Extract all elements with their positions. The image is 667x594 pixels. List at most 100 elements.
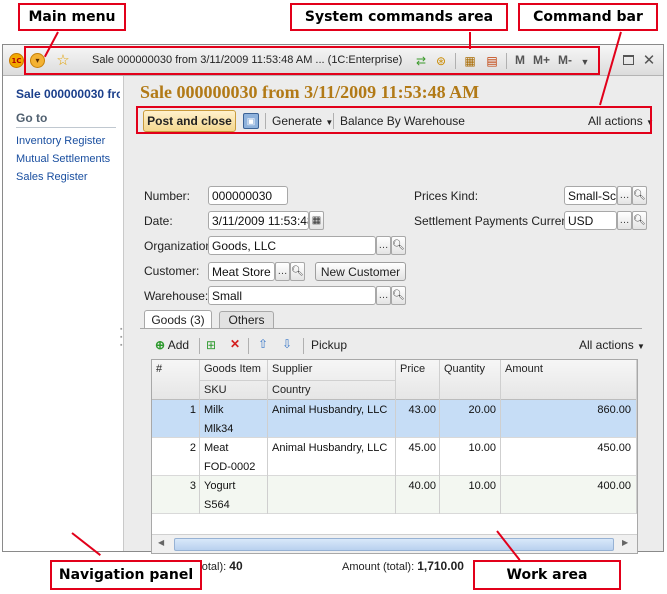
- all-actions-label: All actions: [588, 114, 643, 128]
- currency-open-icon[interactable]: 🔍︎: [632, 211, 647, 230]
- column-divider: [636, 360, 637, 514]
- customer-label: Customer:: [144, 264, 200, 278]
- nav-link-mutual-settlements[interactable]: Mutual Settlements: [16, 153, 120, 165]
- header-quantity[interactable]: Quantity: [444, 363, 485, 375]
- post-and-close-button[interactable]: Post and close: [143, 110, 236, 132]
- row-amount[interactable]: 860.00: [502, 404, 631, 416]
- header-country[interactable]: Country: [272, 384, 311, 396]
- row-goods-item[interactable]: Meat: [204, 442, 228, 454]
- nav-link-sales-register[interactable]: Sales Register: [16, 171, 120, 183]
- memory-store-button[interactable]: M: [515, 53, 525, 67]
- row-price[interactable]: 45.00: [396, 442, 436, 454]
- organization-choose-button[interactable]: …: [376, 236, 391, 255]
- row-num: 3: [189, 480, 196, 492]
- memory-add-button[interactable]: M+: [533, 53, 550, 67]
- navigation-panel: Sale 000000030 from 3/11/2009 11:53:48 A…: [3, 76, 124, 551]
- callout-main-menu: Main menu: [18, 3, 126, 31]
- warehouse-choose-button[interactable]: …: [376, 286, 391, 305]
- move-up-icon[interactable]: ⇧: [258, 337, 268, 351]
- delete-row-icon[interactable]: ✕: [230, 337, 240, 351]
- move-down-icon[interactable]: ⇩: [282, 337, 292, 351]
- column-divider: [395, 360, 396, 514]
- row-num: 2: [189, 442, 196, 454]
- row-quantity[interactable]: 10.00: [440, 480, 496, 492]
- table-all-actions-label: All actions: [579, 338, 634, 352]
- row-sku[interactable]: S564: [204, 499, 230, 511]
- callout-main-menu-text: Main menu: [28, 9, 116, 25]
- maximize-icon[interactable]: [621, 53, 635, 67]
- callout-navigation-panel: Navigation panel: [50, 560, 202, 590]
- generate-label: Generate: [272, 114, 323, 128]
- header-goods-item[interactable]: Goods Item: [204, 363, 261, 375]
- row-goods-item[interactable]: Yogurt: [204, 480, 235, 492]
- tab-goods[interactable]: Goods (3): [144, 310, 212, 329]
- row-price[interactable]: 43.00: [396, 404, 436, 416]
- tab-others[interactable]: Others: [219, 311, 274, 328]
- warehouse-field[interactable]: Small: [208, 286, 376, 305]
- row-sku[interactable]: FOD-0002: [204, 461, 255, 473]
- organization-field[interactable]: Goods, LLC: [208, 236, 376, 255]
- organization-open-icon[interactable]: 🔍︎: [391, 236, 406, 255]
- row-amount[interactable]: 400.00: [502, 480, 631, 492]
- nav-current-item[interactable]: Sale 000000030 from 3/11/2009 11:53:48 A…: [16, 87, 120, 101]
- work-area: Sale 000000030 from 3/11/2009 11:53:48 A…: [125, 76, 663, 573]
- calendar-picker-icon[interactable]: ▦: [309, 211, 324, 230]
- prices-kind-field[interactable]: Small-Scale: [564, 186, 617, 205]
- amount-total-label: Amount (total):: [342, 561, 415, 573]
- warehouse-open-icon[interactable]: 🔍︎: [391, 286, 406, 305]
- column-divider: [267, 360, 268, 514]
- currency-label: Settlement Payments Currency:: [414, 214, 584, 228]
- header-num[interactable]: #: [156, 363, 162, 375]
- prices-kind-open-icon[interactable]: 🔍︎: [632, 186, 647, 205]
- header-supplier[interactable]: Supplier: [272, 363, 312, 375]
- add-row-button[interactable]: ⊕ Add: [155, 338, 189, 352]
- customer-field[interactable]: Meat Store: [208, 262, 275, 281]
- row-goods-item[interactable]: Milk: [204, 404, 224, 416]
- all-actions-button[interactable]: All actions ▼: [588, 114, 654, 128]
- prices-kind-choose-button[interactable]: …: [617, 186, 632, 205]
- more-commands-icon[interactable]: ▼: [578, 55, 592, 69]
- currency-field[interactable]: USD: [564, 211, 617, 230]
- save-icon[interactable]: ▣: [243, 113, 259, 129]
- row-quantity[interactable]: 10.00: [440, 442, 496, 454]
- nav-link-inventory-register[interactable]: Inventory Register: [16, 135, 120, 147]
- copy-row-icon[interactable]: ⊞: [206, 338, 216, 352]
- splitter-handle[interactable]: ▪ ▪ ▪: [120, 326, 124, 350]
- row-amount[interactable]: 450.00: [502, 442, 631, 454]
- calendar-icon[interactable]: ▤: [484, 53, 500, 69]
- app-logo-icon[interactable]: 1C: [9, 53, 24, 68]
- row-sku[interactable]: Mlk34: [204, 423, 233, 435]
- row-quantity[interactable]: 20.00: [440, 404, 496, 416]
- add-favorite-icon[interactable]: ⇄: [413, 53, 429, 69]
- header-sku[interactable]: SKU: [204, 384, 227, 396]
- scroll-right-icon[interactable]: ▶: [622, 538, 628, 547]
- title-bar: 1C ▾ ☆ Sale 000000030 from 3/11/2009 11:…: [3, 45, 663, 76]
- generate-button[interactable]: Generate ▼: [272, 114, 333, 128]
- scroll-left-icon[interactable]: ◀: [158, 538, 164, 547]
- number-field[interactable]: 000000030: [208, 186, 288, 205]
- scrollbar-thumb[interactable]: [174, 538, 614, 551]
- calculator-icon[interactable]: ▦: [462, 53, 478, 69]
- header-subdivider: [200, 380, 396, 381]
- table-all-actions-button[interactable]: All actions ▼: [579, 338, 645, 352]
- row-supplier[interactable]: Animal Husbandry, LLC: [272, 404, 387, 416]
- callout-navigation-panel-text: Navigation panel: [58, 567, 194, 583]
- new-customer-button[interactable]: New Customer: [315, 262, 406, 281]
- currency-choose-button[interactable]: …: [617, 211, 632, 230]
- customer-open-icon[interactable]: 🔍︎: [290, 262, 305, 281]
- memory-subtract-button[interactable]: M-: [558, 53, 572, 67]
- row-supplier[interactable]: Animal Husbandry, LLC: [272, 442, 387, 454]
- customer-choose-button[interactable]: …: [275, 262, 290, 281]
- add-label: Add: [167, 338, 190, 352]
- horizontal-scrollbar[interactable]: ◀ ▶: [152, 534, 637, 553]
- main-menu-button[interactable]: ▾: [30, 53, 45, 68]
- balance-by-warehouse-button[interactable]: Balance By Warehouse: [340, 114, 465, 128]
- favorites-star-icon[interactable]: ☆: [54, 51, 72, 69]
- row-price[interactable]: 40.00: [396, 480, 436, 492]
- header-amount[interactable]: Amount: [505, 363, 543, 375]
- bookmark-icon[interactable]: ⊛: [433, 53, 449, 69]
- close-icon[interactable]: ✕: [641, 52, 657, 69]
- pickup-button[interactable]: Pickup: [311, 338, 347, 352]
- date-field[interactable]: 3/11/2009 11:53:48 AM: [208, 211, 309, 230]
- header-price[interactable]: Price: [400, 363, 425, 375]
